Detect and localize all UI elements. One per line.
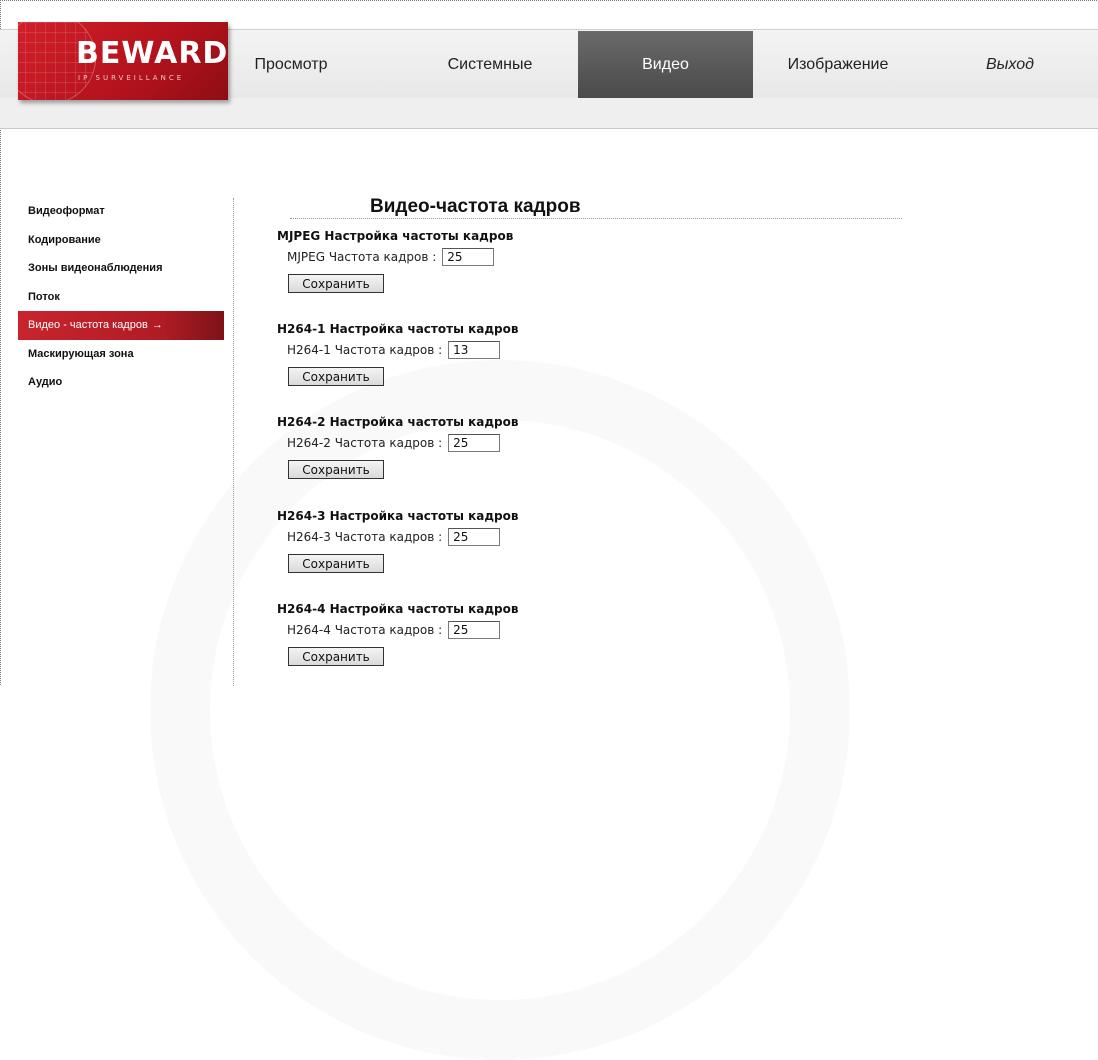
sidebar-item-label: Видео - частота кадров bbox=[28, 319, 148, 331]
section-h264-3: H264-3 Настройка частоты кадров H264-3 Ч… bbox=[277, 508, 519, 573]
h264-2-fps-input[interactable] bbox=[448, 434, 501, 452]
field-label: H264-4 Частота кадров : bbox=[287, 623, 443, 637]
mjpeg-fps-input[interactable] bbox=[442, 248, 495, 266]
sidebar-item-videoformat[interactable]: Видеоформат bbox=[18, 197, 224, 226]
section-title: H264-1 Настройка частоты кадров bbox=[277, 322, 519, 336]
save-button-h264-3[interactable]: Сохранить bbox=[288, 554, 384, 573]
logo-subtext: IP SURVEILLANCE bbox=[78, 74, 185, 82]
sidebar-divider bbox=[233, 198, 234, 686]
field-label: MJPEG Частота кадров : bbox=[287, 250, 437, 264]
section-title: H264-2 Настройка частоты кадров bbox=[277, 415, 519, 429]
tab-system[interactable]: Системные bbox=[405, 31, 575, 98]
beward-logo: BEWARD IP SURVEILLANCE bbox=[18, 22, 228, 100]
save-button-mjpeg[interactable]: Сохранить bbox=[288, 274, 384, 293]
sidebar-item-stream[interactable]: Поток bbox=[18, 283, 224, 312]
field-row: H264-3 Частота кадров : bbox=[287, 528, 501, 546]
arrow-right-icon: → bbox=[151, 319, 163, 331]
sidebar-item-frame-rate[interactable]: Видео - частота кадров → bbox=[18, 311, 224, 340]
save-button-h264-2[interactable]: Сохранить bbox=[288, 460, 384, 479]
tab-exit[interactable]: Выход bbox=[925, 31, 1095, 98]
save-button-h264-1[interactable]: Сохранить bbox=[288, 367, 384, 386]
h264-1-fps-input[interactable] bbox=[448, 341, 501, 359]
section-title: H264-3 Настройка частоты кадров bbox=[277, 509, 519, 523]
section-h264-1: H264-1 Настройка частоты кадров H264-1 Ч… bbox=[277, 321, 519, 386]
tab-video[interactable]: Видео bbox=[578, 31, 753, 98]
h264-4-fps-input[interactable] bbox=[448, 621, 501, 639]
sub-nav-bar bbox=[0, 98, 1098, 129]
field-row: H264-1 Частота кадров : bbox=[287, 341, 501, 359]
section-title: H264-4 Настройка частоты кадров bbox=[277, 602, 519, 616]
title-divider bbox=[290, 218, 902, 219]
section-h264-4: H264-4 Настройка частоты кадров H264-4 Ч… bbox=[277, 601, 519, 666]
field-label: H264-1 Частота кадров : bbox=[287, 343, 443, 357]
field-row: H264-4 Частота кадров : bbox=[287, 621, 501, 639]
page-title: Видео-частота кадров bbox=[370, 196, 581, 217]
logo-text: BEWARD bbox=[76, 36, 228, 71]
watermark-logo bbox=[150, 360, 850, 1060]
sidebar-item-motion-zones[interactable]: Зоны видеонаблюдения bbox=[18, 254, 224, 283]
save-button-h264-4[interactable]: Сохранить bbox=[288, 647, 384, 666]
h264-3-fps-input[interactable] bbox=[448, 528, 501, 546]
tab-view[interactable]: Просмотр bbox=[231, 31, 351, 98]
section-mjpeg: MJPEG Настройка частоты кадров MJPEG Час… bbox=[277, 228, 514, 293]
field-label: H264-3 Частота кадров : bbox=[287, 530, 443, 544]
field-label: H264-2 Частота кадров : bbox=[287, 436, 443, 450]
sidebar-item-audio[interactable]: Аудио bbox=[18, 368, 224, 397]
tab-image[interactable]: Изображение bbox=[753, 31, 923, 98]
section-h264-2: H264-2 Настройка частоты кадров H264-2 Ч… bbox=[277, 414, 519, 479]
sidebar: Видеоформат Кодирование Зоны видеонаблюд… bbox=[18, 197, 224, 397]
section-title: MJPEG Настройка частоты кадров bbox=[277, 229, 514, 243]
sidebar-item-privacy-mask[interactable]: Маскирующая зона bbox=[18, 340, 224, 369]
field-row: H264-2 Частота кадров : bbox=[287, 434, 501, 452]
sidebar-item-encoding[interactable]: Кодирование bbox=[18, 226, 224, 255]
field-row: MJPEG Частота кадров : bbox=[287, 248, 495, 266]
